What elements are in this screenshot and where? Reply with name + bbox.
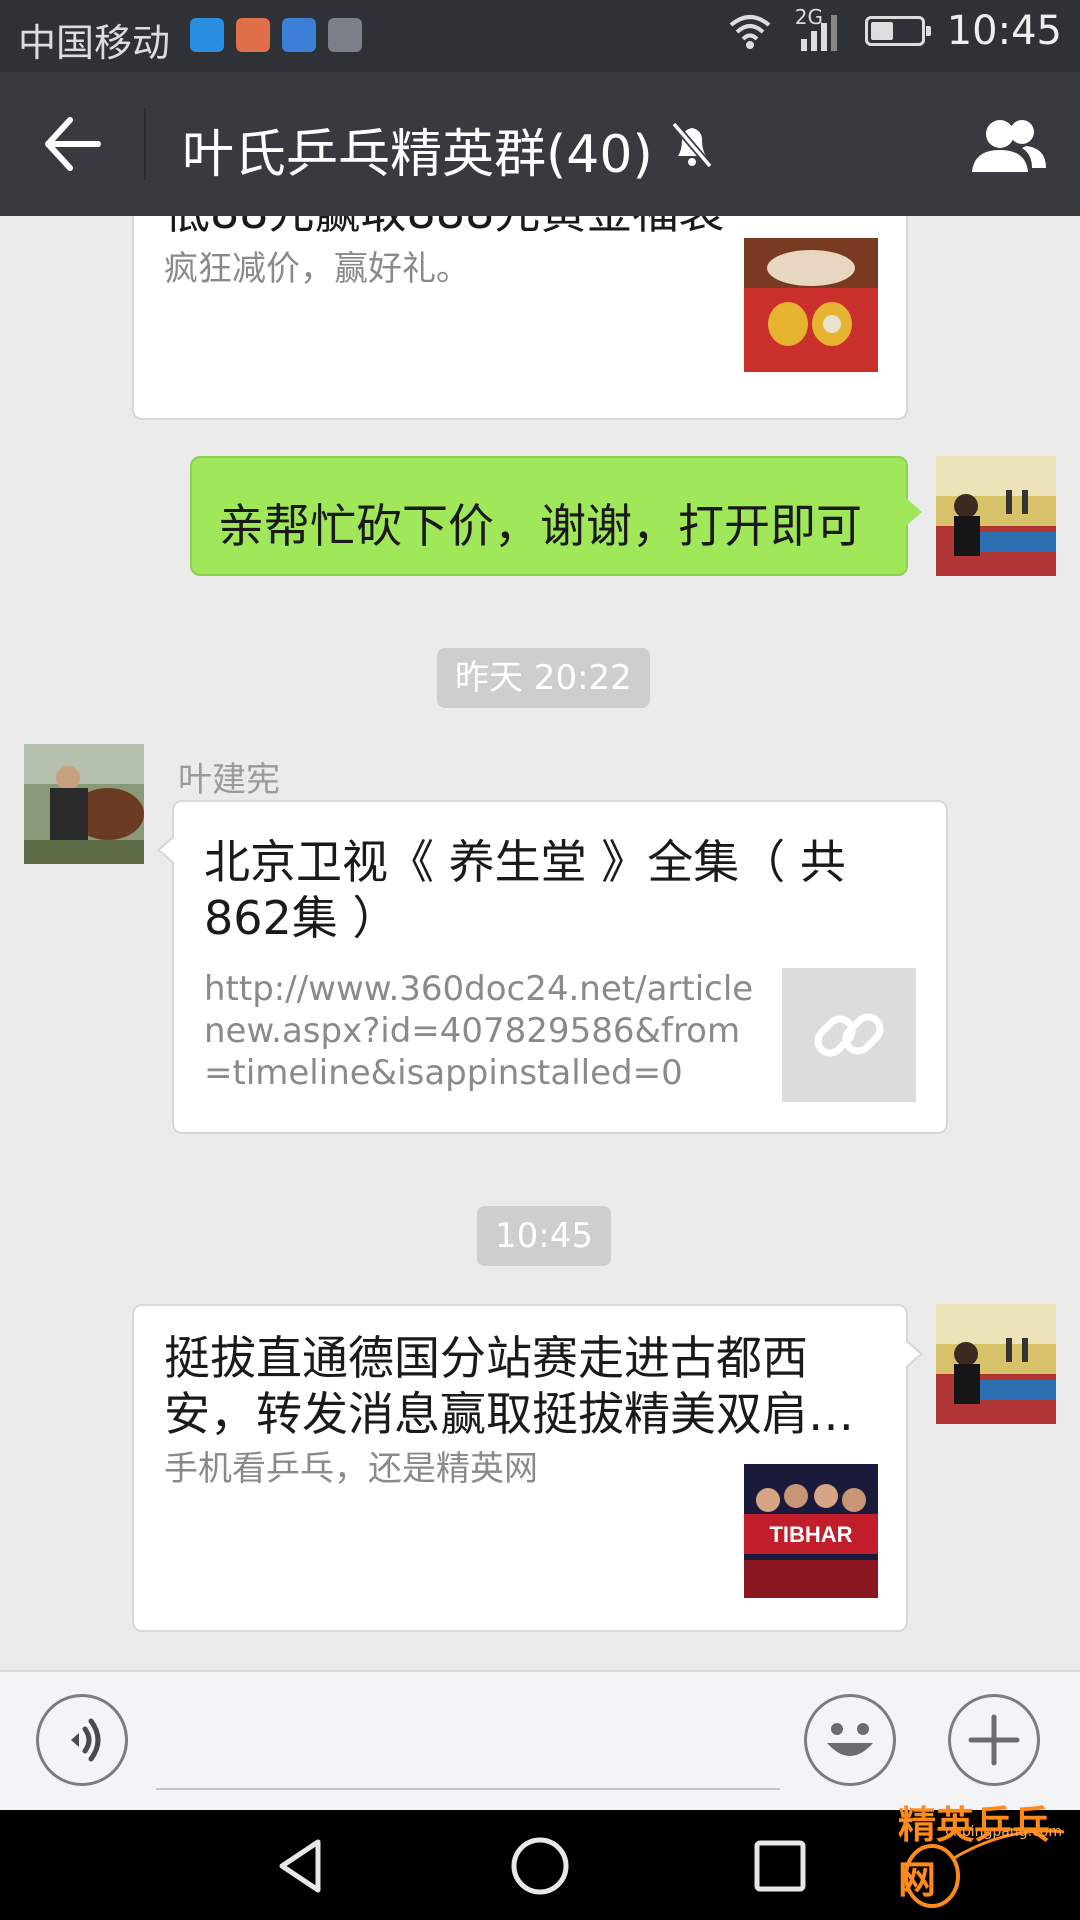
voice-input-button[interactable] xyxy=(36,1694,128,1786)
my-avatar[interactable] xyxy=(936,1304,1056,1424)
sent-text-bubble[interactable]: 亲帮忙砍下价，谢谢，打开即可 xyxy=(190,456,922,576)
health-notification-icon xyxy=(282,18,316,52)
wifi-icon xyxy=(729,15,771,49)
timestamp-divider: 昨天 20:22 xyxy=(437,648,650,708)
link-title: 北京卫视《 养生堂 》全集（ 共862集 ） xyxy=(204,835,846,945)
signal-icon: 2G xyxy=(795,5,843,53)
chat-title: 叶氏乒乓精英群(40) xyxy=(182,125,653,185)
link-icon xyxy=(814,1013,884,1057)
group-members-button[interactable] xyxy=(966,116,1050,176)
link-card-message[interactable]: 北京卫视《 养生堂 》全集（ 共862集 ） http://www.360doc… xyxy=(157,800,948,1134)
status-indicators: 2G 10:45 xyxy=(727,5,1062,54)
article-card-message[interactable]: 低88元赢取888元黄金福袋 疯狂减价，赢好礼。 xyxy=(132,216,908,420)
plus-icon xyxy=(968,1714,1020,1766)
nav-recents-icon[interactable] xyxy=(748,1834,812,1898)
more-actions-button[interactable] xyxy=(948,1694,1040,1786)
link-url: http://www.360doc24.net/articlenew.aspx?… xyxy=(204,969,754,1093)
watermark-text: 精英乒乓网 xyxy=(898,1803,1051,1902)
message-text: 亲帮忙砍下价，谢谢，打开即可 xyxy=(218,499,862,553)
header-divider xyxy=(144,108,146,180)
message-input-bar xyxy=(0,1670,1080,1810)
my-avatar[interactable] xyxy=(936,456,1056,576)
nav-home-icon[interactable] xyxy=(508,1834,572,1898)
smiley-icon xyxy=(827,1723,873,1756)
message-text-input[interactable] xyxy=(156,1788,780,1790)
chat-header: 叶氏乒乓精英群(40) xyxy=(0,72,1080,216)
arrow-left-icon xyxy=(45,117,101,171)
mail-notification-icon xyxy=(236,18,270,52)
notification-icons xyxy=(190,18,362,52)
carrier-label: 中国移动 xyxy=(18,21,171,65)
gallery-notification-icon xyxy=(328,18,362,52)
system-navigation-bar: cnpingpang.com 精英乒乓网 xyxy=(0,1803,1080,1920)
group-members-icon xyxy=(972,120,1046,172)
nav-back-icon[interactable] xyxy=(268,1834,332,1898)
emoji-button[interactable] xyxy=(804,1694,896,1786)
back-button[interactable] xyxy=(40,112,110,176)
article-description: 疯狂减价，赢好礼。 xyxy=(164,249,470,289)
status-bar: 中国移动 2G 10:45 xyxy=(0,0,1080,72)
thumbnail-caption: TIBHAR xyxy=(769,1522,852,1547)
app-notification-icon xyxy=(190,18,224,52)
timestamp-divider: 10:45 xyxy=(477,1206,611,1266)
article-card-message[interactable]: 挺拔直通德国分站赛走进古都西安，转发消息赢取挺拔精美双肩… 手机看乒乓，还是精英… xyxy=(132,1304,923,1632)
sender-name: 叶建宪 xyxy=(178,760,280,800)
article-description: 手机看乒乓，还是精英网 xyxy=(164,1449,538,1489)
battery-icon xyxy=(864,16,931,46)
mute-bell-icon xyxy=(671,121,713,169)
article-thumbnail: TIBHAR xyxy=(744,1464,878,1598)
article-title: 挺拔直通德国分站赛走进古都西安，转发消息赢取挺拔精美双肩… xyxy=(164,1331,854,1441)
voice-icon xyxy=(71,1718,101,1762)
article-title: 低88元赢取888元黄金福袋 xyxy=(164,216,724,240)
link-thumbnail xyxy=(782,968,916,1102)
sender-avatar[interactable] xyxy=(24,744,144,864)
watermark-logo: cnpingpang.com 精英乒乓网 xyxy=(898,1803,1070,1914)
clock: 10:45 xyxy=(946,8,1062,54)
article-thumbnail xyxy=(744,238,878,372)
chat-message-list[interactable]: 低88元赢取888元黄金福袋 疯狂减价，赢好礼。 亲帮忙砍下价，谢谢，打开即可 … xyxy=(0,216,1080,1670)
